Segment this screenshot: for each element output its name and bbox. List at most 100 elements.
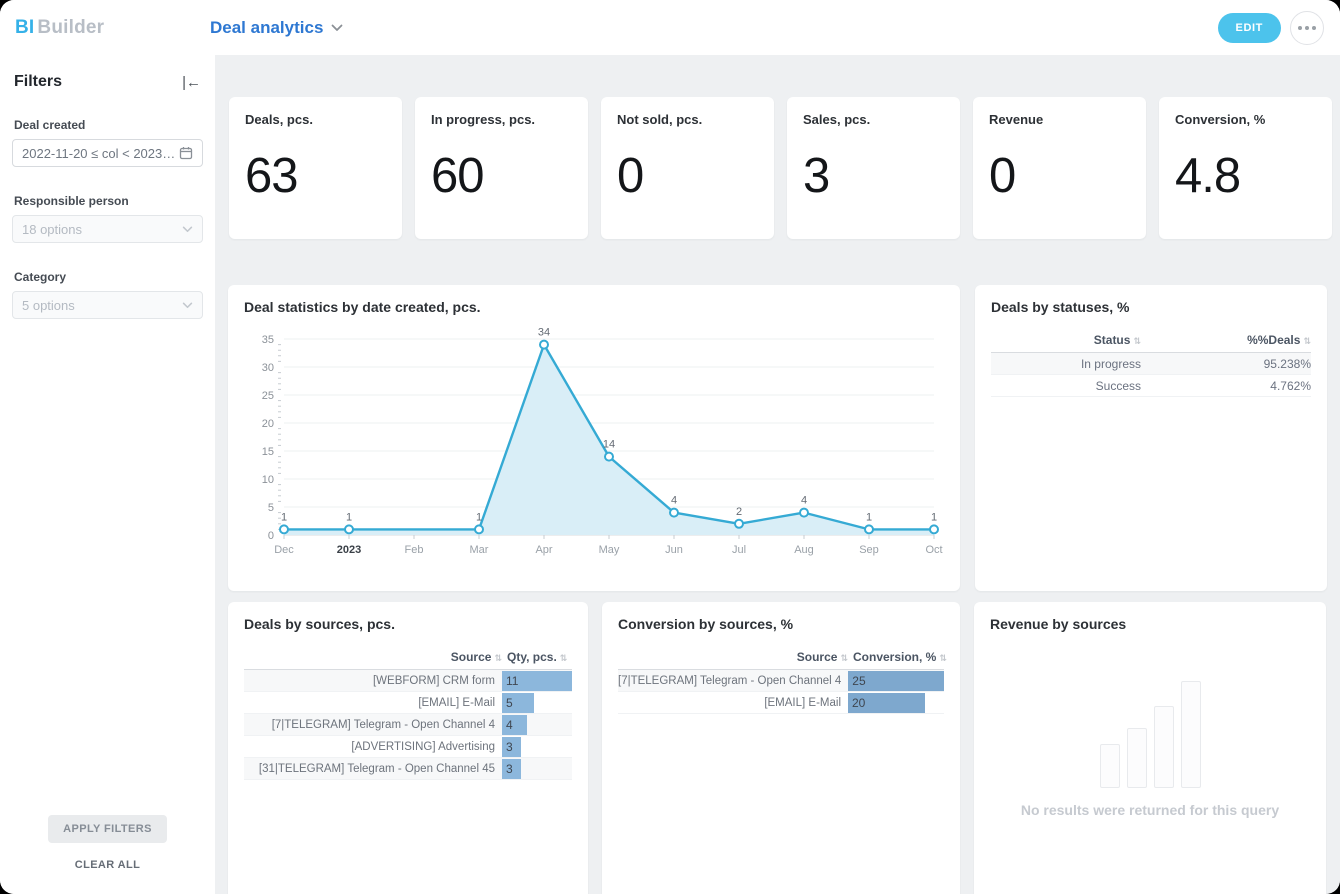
- kpi-card-sales: Sales, pcs. 3: [787, 97, 960, 239]
- deal-statistics-panel: Deal statistics by date created, pcs. 05…: [228, 285, 960, 591]
- table-row: [EMAIL] E-Mail 5: [244, 692, 572, 714]
- value-bar: 25: [848, 671, 944, 691]
- bi-builder-window: BIBuilder Deal analytics EDIT Filters |←…: [0, 0, 1340, 894]
- kpi-value: 63: [245, 148, 386, 204]
- kpi-label: Conversion, %: [1175, 112, 1316, 127]
- column-header-qty[interactable]: Qty, pcs.⇅: [502, 650, 572, 664]
- column-header-deals-percent[interactable]: %%Deals⇅: [1141, 333, 1311, 347]
- dashboard-title-dropdown[interactable]: Deal analytics: [210, 18, 343, 38]
- chevron-down-icon: [182, 226, 193, 233]
- bottom-row: Deals by sources, pcs. Source⇅ Qty, pcs.…: [228, 602, 1326, 894]
- kpi-card-in-progress: In progress, pcs. 60: [415, 97, 588, 239]
- kpi-value: 60: [431, 148, 572, 204]
- panel-title: Deal statistics by date created, pcs.: [244, 299, 944, 315]
- svg-text:10: 10: [262, 474, 274, 486]
- revenue-by-sources-panel: Revenue by sources No results were retur…: [974, 602, 1326, 894]
- column-header-source[interactable]: Source⇅: [244, 650, 502, 664]
- filters-header: Filters |←: [0, 55, 215, 91]
- sort-icon: ⇅: [840, 653, 848, 663]
- chevron-down-icon: [331, 24, 343, 32]
- deal-statistics-chart: 05101520253035Dec2023FebMarAprMayJunJulA…: [244, 323, 944, 563]
- column-header-status[interactable]: Status⇅: [991, 333, 1141, 347]
- source-cell: [31|TELEGRAM] Telegram - Open Channel 45: [244, 763, 502, 775]
- calendar-icon: [179, 146, 193, 160]
- conversion-by-sources-panel: Conversion by sources, % Source⇅ Convers…: [602, 602, 960, 894]
- kpi-label: Revenue: [989, 112, 1130, 127]
- svg-text:14: 14: [603, 439, 615, 451]
- svg-text:Sep: Sep: [859, 544, 879, 556]
- svg-text:1: 1: [281, 511, 287, 523]
- category-select[interactable]: 5 options: [12, 291, 203, 319]
- value-bar: 5: [502, 693, 534, 713]
- more-options-button[interactable]: [1290, 11, 1324, 45]
- dashboard-main: Deals, pcs. 63 In progress, pcs. 60 Not …: [215, 55, 1340, 894]
- page-title: Deal analytics: [210, 18, 323, 38]
- bar-value: 20: [852, 696, 865, 710]
- bar-cell: 3: [502, 737, 572, 757]
- panel-title: Revenue by sources: [990, 616, 1310, 632]
- svg-text:Feb: Feb: [405, 544, 424, 556]
- value-bar: 3: [502, 737, 521, 757]
- svg-text:0: 0: [268, 530, 274, 542]
- column-header-conversion[interactable]: Conversion, %⇅: [848, 650, 944, 664]
- table-row: In progress 95.238%: [991, 353, 1311, 375]
- panel-title: Conversion by sources, %: [618, 616, 944, 632]
- table-row: [7|TELEGRAM] Telegram - Open Channel 4 2…: [618, 670, 944, 692]
- source-cell: [WEBFORM] CRM form: [244, 675, 502, 687]
- collapse-sidebar-icon[interactable]: |←: [182, 74, 201, 91]
- svg-text:1: 1: [866, 511, 872, 523]
- svg-text:1: 1: [931, 511, 937, 523]
- responsible-person-placeholder: 18 options: [22, 222, 82, 237]
- bar-value: 25: [852, 674, 865, 688]
- source-cell: [EMAIL] E-Mail: [618, 697, 848, 709]
- bar-cell: 5: [502, 693, 572, 713]
- empty-state: No results were returned for this query: [990, 678, 1310, 818]
- category-label: Category: [14, 270, 201, 284]
- responsible-person-select[interactable]: 18 options: [12, 215, 203, 243]
- ellipsis-icon: [1298, 26, 1302, 30]
- responsible-person-label: Responsible person: [14, 194, 201, 208]
- bar-value: 3: [506, 740, 513, 754]
- table-row: [WEBFORM] CRM form 11: [244, 670, 572, 692]
- kpi-value: 0: [617, 148, 758, 204]
- edit-button[interactable]: EDIT: [1218, 13, 1281, 43]
- bar-value: 3: [506, 762, 513, 776]
- svg-text:34: 34: [538, 327, 550, 339]
- chevron-down-icon: [182, 302, 193, 309]
- value-bar: 20: [848, 693, 925, 713]
- middle-row: Deal statistics by date created, pcs. 05…: [228, 285, 1327, 591]
- svg-text:Mar: Mar: [470, 544, 489, 556]
- clear-all-button[interactable]: CLEAR ALL: [69, 858, 147, 872]
- panel-title: Deals by statuses, %: [991, 299, 1311, 315]
- kpi-card-revenue: Revenue 0: [973, 97, 1146, 239]
- apply-filters-button[interactable]: APPLY FILTERS: [48, 815, 167, 843]
- kpi-label: Sales, pcs.: [803, 112, 944, 127]
- deal-created-date-input[interactable]: 2022-11-20 ≤ col < 2023…: [12, 139, 203, 167]
- sidebar-actions: APPLY FILTERS CLEAR ALL: [0, 815, 215, 872]
- table-row: [31|TELEGRAM] Telegram - Open Channel 45…: [244, 758, 572, 780]
- panel-title: Deals by sources, pcs.: [244, 616, 572, 632]
- table-header-row: Source⇅ Conversion, %⇅: [618, 644, 944, 670]
- filters-sidebar: Filters |← Deal created 2022-11-20 ≤ col…: [0, 55, 215, 894]
- value-bar: 4: [502, 715, 527, 735]
- svg-text:35: 35: [262, 334, 274, 346]
- sort-icon: ⇅: [1133, 336, 1141, 346]
- percent-cell: 4.762%: [1141, 379, 1311, 393]
- statuses-table-body: In progress 95.238% Success 4.762%: [991, 353, 1311, 397]
- app-logo: BIBuilder: [0, 17, 210, 39]
- table-header-row: Source⇅ Qty, pcs.⇅: [244, 644, 572, 670]
- deal-created-label: Deal created: [14, 118, 201, 132]
- column-header-source[interactable]: Source⇅: [618, 650, 848, 664]
- svg-text:4: 4: [671, 495, 677, 507]
- kpi-card-conversion: Conversion, % 4.8: [1159, 97, 1332, 239]
- logo-bi: BI: [15, 17, 34, 38]
- percent-cell: 95.238%: [1141, 357, 1311, 371]
- svg-text:2: 2: [736, 506, 742, 518]
- sort-icon: ⇅: [1303, 336, 1311, 346]
- bar-cell: 3: [502, 759, 572, 779]
- kpi-card-deals: Deals, pcs. 63: [229, 97, 402, 239]
- table-row: [EMAIL] E-Mail 20: [618, 692, 944, 714]
- bar-cell: 25: [848, 671, 944, 691]
- svg-text:20: 20: [262, 418, 274, 430]
- svg-text:Jul: Jul: [732, 544, 746, 556]
